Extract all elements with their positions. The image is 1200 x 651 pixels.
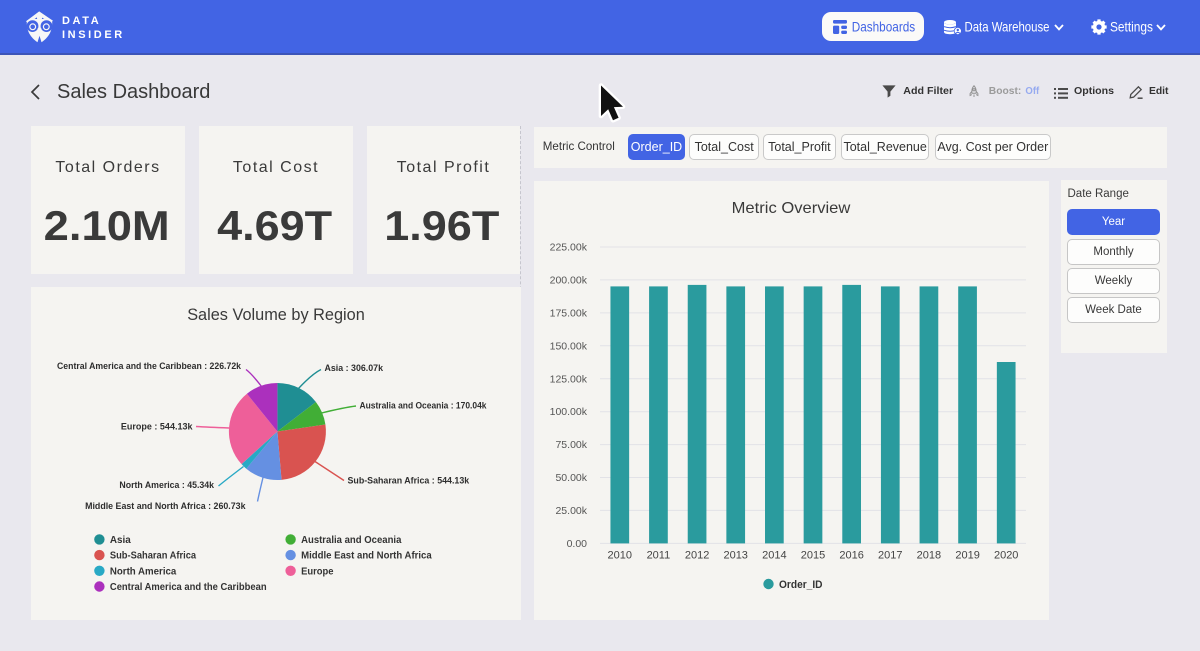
svg-text:1.96T: 1.96T — [384, 202, 499, 249]
svg-text:Boost:: Boost: — [989, 85, 1022, 97]
svg-text:Metric Control: Metric Control — [543, 139, 615, 153]
svg-text:Options: Options — [1074, 85, 1114, 97]
svg-text:Settings: Settings — [1110, 19, 1153, 35]
svg-text:Off: Off — [1025, 85, 1039, 97]
svg-text:Add Filter: Add Filter — [903, 85, 953, 97]
svg-text:2.10M: 2.10M — [44, 202, 170, 249]
svg-text:Data Warehouse: Data Warehouse — [965, 19, 1050, 35]
svg-text:Dashboards: Dashboards — [852, 18, 916, 34]
svg-text:4.69T: 4.69T — [217, 202, 332, 249]
svg-text:Edit: Edit — [1149, 85, 1169, 97]
